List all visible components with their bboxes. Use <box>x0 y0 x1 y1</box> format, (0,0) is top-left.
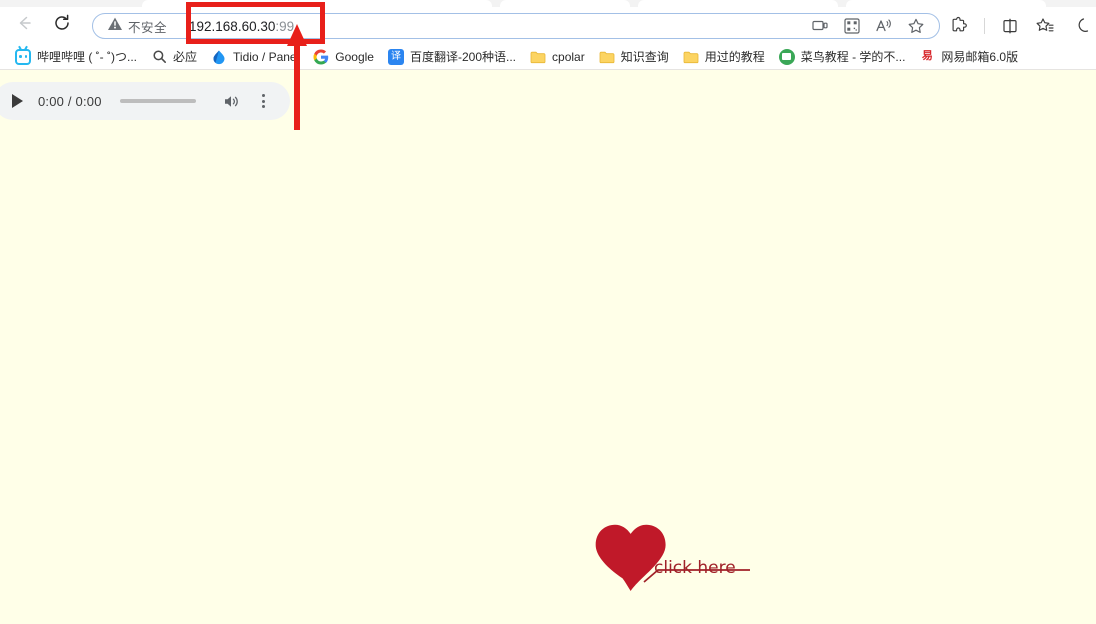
tidio-icon <box>211 49 227 65</box>
read-aloud-icon[interactable] <box>875 17 893 35</box>
bookmark-folder-knowledge[interactable]: 知识查询 <box>592 46 676 68</box>
address-bar[interactable]: 不安全 192.168.60.30:99 <box>92 13 940 39</box>
bookmark-label: 菜鸟教程 - 学的不... <box>800 50 906 64</box>
folder-icon <box>530 49 546 65</box>
back-arrow-icon <box>14 13 34 38</box>
bookmark-label: 百度翻译-200种语... <box>409 50 517 64</box>
browser-toolbar: 不安全 192.168.60.30:99 <box>0 7 1096 44</box>
play-triangle-icon[interactable] <box>12 94 36 108</box>
tab-other-1[interactable] <box>500 0 630 7</box>
bookmark-baidu-translate[interactable]: 译 百度翻译-200种语... <box>381 46 523 68</box>
address-bar-icons <box>811 17 939 35</box>
collections-icon[interactable] <box>1035 16 1055 36</box>
audio-progress-slider[interactable] <box>119 99 196 103</box>
netease-mail-icon: 易 <box>921 50 933 62</box>
bookmark-label: Google <box>335 49 374 64</box>
tab-other-2[interactable] <box>638 0 838 7</box>
bookmark-label: 哔哩哔哩 ( ˚- ˚)つ... <box>37 50 137 64</box>
volume-icon[interactable] <box>222 91 242 111</box>
url-port: :99 <box>275 18 295 34</box>
tab-other-3[interactable] <box>846 0 1046 7</box>
bookmark-bing[interactable]: 必应 <box>144 46 204 68</box>
reload-icon <box>52 13 72 38</box>
folder-icon <box>683 49 699 65</box>
baidu-translate-icon: 译 <box>387 48 404 65</box>
tab-strip <box>0 0 1096 7</box>
cast-icon[interactable] <box>811 17 829 35</box>
bookmark-label: cpolar <box>552 49 585 64</box>
bookmark-google[interactable]: Google <box>306 46 381 68</box>
bookmark-tidio[interactable]: Tidio / Panel <box>204 46 306 68</box>
page-content: 0:00 / 0:00 click here <box>0 70 1096 624</box>
bookmark-netease-mail[interactable]: 易 网易邮箱6.0版 <box>912 46 1025 68</box>
security-label: 不安全 <box>128 20 168 35</box>
url-text[interactable]: 192.168.60.30:99 <box>167 19 811 34</box>
bookmark-label: 网易邮箱6.0版 <box>941 50 1019 64</box>
browser-essentials-icon[interactable] <box>1070 16 1090 36</box>
security-indicator[interactable]: 不安全 <box>93 16 167 37</box>
qr-code-icon[interactable] <box>843 17 861 35</box>
tab-active[interactable] <box>142 0 492 7</box>
split-screen-icon[interactable] <box>1000 16 1020 36</box>
warning-triangle-icon <box>107 16 123 37</box>
bing-search-icon <box>151 49 167 65</box>
click-here-link[interactable]: click here <box>654 558 736 578</box>
favorite-star-icon[interactable] <box>907 17 925 35</box>
bookmark-folder-tutorials[interactable]: 用过的教程 <box>676 46 772 68</box>
folder-icon <box>599 49 615 65</box>
bilibili-icon <box>15 48 31 65</box>
audio-time-display: 0:00 / 0:00 <box>38 93 102 109</box>
toolbar-right-icons <box>949 13 1090 39</box>
bookmark-label: Tidio / Panel <box>233 49 300 64</box>
more-vertical-icon[interactable] <box>256 94 272 108</box>
bookmark-label: 用过的教程 <box>704 50 765 64</box>
runoob-icon <box>778 48 795 65</box>
bookmark-folder-cpolar[interactable]: cpolar <box>523 46 592 68</box>
url-host: 192.168.60.30 <box>189 18 276 34</box>
bookmark-runoob[interactable]: 菜鸟教程 - 学的不... <box>772 46 913 68</box>
audio-player[interactable]: 0:00 / 0:00 <box>0 82 290 120</box>
reload-button[interactable] <box>48 11 76 39</box>
heart-click-area[interactable]: click here <box>592 452 762 597</box>
browser-window: 不安全 192.168.60.30:99 哔哩哔哩 (˚- ˚)つ... 必应… <box>0 0 1096 624</box>
back-button[interactable] <box>10 11 38 39</box>
bookmark-label: 必应 <box>173 50 198 64</box>
toolbar-divider <box>984 18 985 34</box>
bookmark-bilibili[interactable]: 哔哩哔哩 ( ˚- ˚)つ... <box>8 46 144 68</box>
google-icon <box>313 48 329 65</box>
bookmark-label: 知识查询 <box>620 50 669 64</box>
extensions-puzzle-icon[interactable] <box>949 16 969 36</box>
bookmarks-bar: 哔哩哔哩 ( ˚- ˚)つ... 必应 Tidio / Panel Google… <box>0 44 1096 70</box>
